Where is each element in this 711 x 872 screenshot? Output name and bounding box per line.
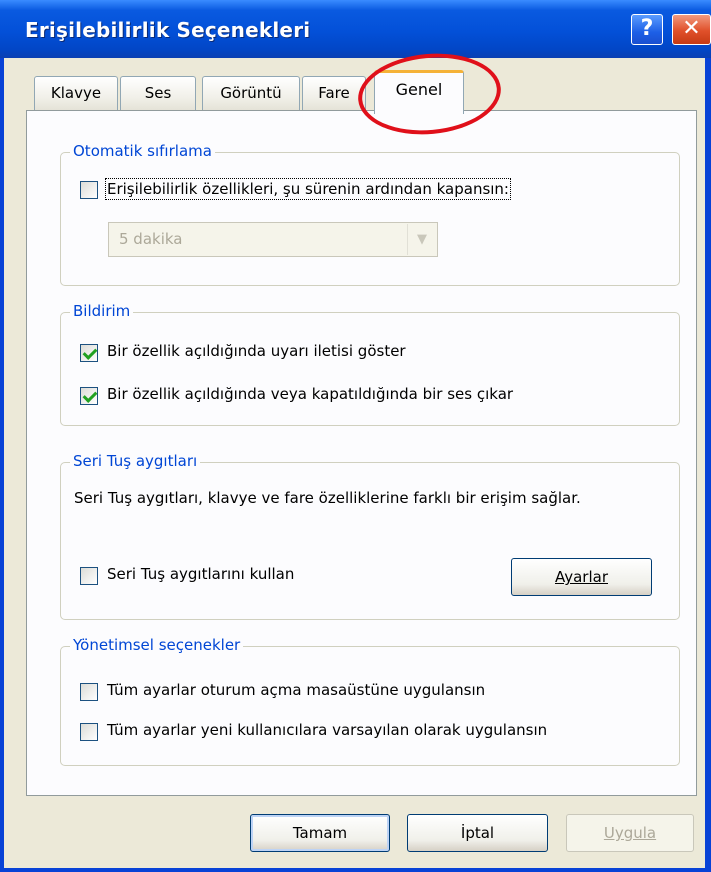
- auto-reset-title: Otomatik sıfırlama: [70, 142, 215, 160]
- help-button[interactable]: ?: [631, 14, 663, 45]
- auto-reset-group: [60, 152, 680, 286]
- tab-goruntu[interactable]: Görüntü: [202, 76, 300, 111]
- notification-group: [60, 312, 680, 426]
- auto-reset-dropdown[interactable]: 5 dakika ▼: [108, 222, 438, 257]
- sound-checkbox[interactable]: [80, 387, 98, 405]
- dialog-window: Erişilebilirlik Seçenekleri ? ✕ Klavye S…: [0, 0, 711, 872]
- login-desktop-label[interactable]: Tüm ayarlar oturum açma masaüstüne uygul…: [107, 681, 485, 699]
- serial-keys-description: Seri Tuş aygıtları, klavye ve fare özell…: [74, 489, 581, 507]
- login-desktop-checkbox[interactable]: [80, 683, 98, 701]
- title-bar[interactable]: Erişilebilirlik Seçenekleri ? ✕: [0, 0, 711, 58]
- window-title: Erişilebilirlik Seçenekleri: [25, 18, 311, 42]
- admin-title: Yönetimsel seçenekler: [70, 636, 244, 654]
- apply-button[interactable]: Uygula: [566, 814, 694, 852]
- chevron-down-icon[interactable]: ▼: [407, 224, 436, 255]
- serial-keys-checkbox[interactable]: [80, 567, 98, 585]
- dropdown-value: 5 dakika: [119, 230, 183, 248]
- ok-button[interactable]: Tamam: [250, 814, 390, 852]
- serial-keys-label[interactable]: Seri Tuş aygıtlarını kullan: [107, 565, 294, 583]
- serial-keys-group: [60, 462, 680, 620]
- serial-keys-title: Seri Tuş aygıtları: [70, 452, 201, 470]
- admin-group: [60, 646, 680, 766]
- cancel-button[interactable]: İptal: [407, 814, 548, 852]
- close-button[interactable]: ✕: [672, 14, 711, 45]
- tab-ses[interactable]: Ses: [120, 76, 196, 111]
- warning-message-checkbox[interactable]: [80, 344, 98, 362]
- sound-label[interactable]: Bir özellik açıldığında veya kapatıldığı…: [107, 385, 513, 403]
- tab-fare[interactable]: Fare: [302, 76, 366, 111]
- tab-klavye[interactable]: Klavye: [34, 76, 118, 111]
- warning-message-label[interactable]: Bir özellik açıldığında uyarı iletisi gö…: [107, 342, 406, 360]
- auto-reset-label[interactable]: Erişilebilirlik özellikleri, şu sürenin …: [105, 178, 511, 200]
- auto-reset-checkbox[interactable]: [80, 181, 98, 199]
- new-users-checkbox[interactable]: [80, 723, 98, 741]
- notification-title: Bildirim: [70, 302, 134, 320]
- settings-button[interactable]: Ayarlar: [511, 558, 652, 596]
- new-users-label[interactable]: Tüm ayarlar yeni kullanıcılara varsayıla…: [107, 721, 547, 739]
